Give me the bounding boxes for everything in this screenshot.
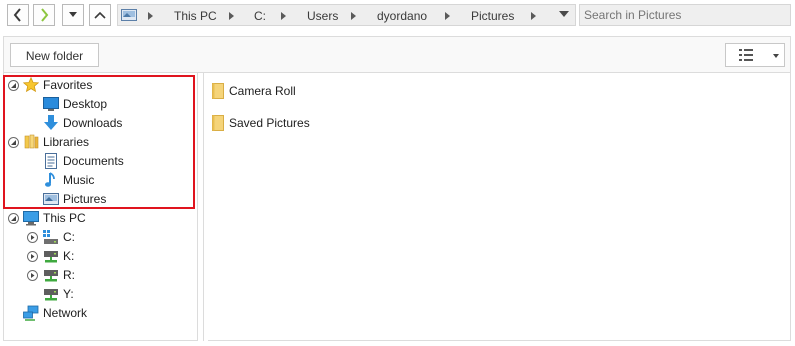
- download-arrow-icon: [44, 115, 58, 130]
- tree-item-drive-y[interactable]: Y:: [7, 285, 187, 304]
- toolbar: New folder: [3, 36, 791, 73]
- back-button[interactable]: [7, 4, 29, 26]
- details-view-icon: [739, 49, 753, 61]
- music-note-icon: [45, 172, 55, 187]
- library-icon: [24, 134, 39, 149]
- tree-item-drive-r[interactable]: R:: [7, 266, 187, 285]
- network-drive-icon: [44, 251, 58, 263]
- breadcrumb-separator-icon: [445, 12, 450, 20]
- chevron-up-icon: [94, 11, 106, 19]
- expand-icon[interactable]: [27, 270, 38, 281]
- chevron-down-icon: [773, 54, 779, 58]
- breadcrumb-this-pc[interactable]: This PC: [174, 9, 217, 23]
- breadcrumb-pictures[interactable]: Pictures: [471, 9, 514, 23]
- address-bar[interactable]: This PC C: Users dyordano Pictures: [117, 4, 576, 26]
- document-icon: [45, 153, 57, 169]
- tree-label: C:: [63, 230, 75, 244]
- folder-icon: [212, 83, 224, 99]
- tree-label: Network: [43, 306, 88, 320]
- tree-label: Favorites: [43, 78, 93, 92]
- chevron-down-icon: [69, 12, 77, 17]
- file-name: Saved Pictures: [229, 116, 310, 130]
- pane-splitter[interactable]: [198, 73, 208, 341]
- breadcrumb-users[interactable]: Users: [307, 9, 338, 23]
- pictures-folder-icon: [121, 9, 137, 21]
- recent-locations-button[interactable]: [62, 4, 84, 26]
- tree-label: Y:: [63, 287, 74, 301]
- tree-label: Desktop: [63, 97, 108, 111]
- tree-item-documents[interactable]: Documents: [7, 152, 187, 171]
- breadcrumb-user[interactable]: dyordano: [377, 9, 427, 23]
- breadcrumb-separator-icon: [148, 12, 153, 20]
- tree-item-network[interactable]: Network: [7, 304, 187, 323]
- back-arrow-icon: [13, 8, 21, 22]
- tree-item-pictures[interactable]: Pictures: [7, 190, 187, 209]
- expand-icon[interactable]: [27, 251, 38, 262]
- breadcrumb-separator-icon: [351, 12, 356, 20]
- network-icon: [23, 305, 39, 321]
- tree-item-drive-c[interactable]: C:: [7, 228, 187, 247]
- address-dropdown-icon[interactable]: [559, 11, 569, 19]
- tree-label: Downloads: [63, 116, 123, 130]
- list-item-camera-roll[interactable]: Camera Roll: [212, 81, 412, 101]
- tree-item-favorites[interactable]: Favorites: [7, 76, 187, 95]
- tree-item-downloads[interactable]: Downloads: [7, 114, 187, 133]
- breadcrumb-c-drive[interactable]: C:: [254, 9, 266, 23]
- tree-label: This PC: [43, 211, 86, 225]
- network-drive-icon: [44, 289, 58, 301]
- breadcrumb-separator-icon: [531, 12, 536, 20]
- collapse-icon[interactable]: [8, 137, 19, 148]
- computer-icon: [23, 211, 39, 226]
- tree-label: Documents: [63, 154, 124, 168]
- network-drive-icon: [44, 270, 58, 282]
- tree-item-drive-k[interactable]: K:: [7, 247, 187, 266]
- tree-item-desktop[interactable]: Desktop: [7, 95, 187, 114]
- tree-label: Music: [63, 173, 95, 187]
- folder-icon: [212, 115, 224, 131]
- tree-label: R:: [63, 268, 75, 282]
- tree-label: K:: [63, 249, 75, 263]
- new-folder-button[interactable]: New folder: [10, 43, 99, 67]
- file-name: Camera Roll: [229, 84, 296, 98]
- tree-label: Libraries: [43, 135, 90, 149]
- expand-icon[interactable]: [27, 232, 38, 243]
- tree-label: Pictures: [63, 192, 107, 206]
- breadcrumb-separator-icon: [281, 12, 286, 20]
- tree-item-libraries[interactable]: Libraries: [7, 133, 187, 152]
- collapse-icon[interactable]: [8, 80, 19, 91]
- list-item-saved-pictures[interactable]: Saved Pictures: [212, 113, 412, 133]
- desktop-icon: [43, 97, 59, 111]
- breadcrumb-separator-icon: [229, 12, 234, 20]
- search-input[interactable]: [579, 4, 791, 26]
- picture-icon: [43, 193, 59, 205]
- up-button[interactable]: [89, 4, 111, 26]
- view-options-button[interactable]: [725, 43, 785, 67]
- star-icon: [23, 77, 39, 93]
- forward-arrow-icon: [41, 8, 49, 22]
- system-drive-icon: [43, 230, 58, 244]
- collapse-icon[interactable]: [8, 213, 19, 224]
- tree-item-this-pc[interactable]: This PC: [7, 209, 187, 228]
- forward-button[interactable]: [33, 4, 55, 26]
- tree-item-music[interactable]: Music: [7, 171, 187, 190]
